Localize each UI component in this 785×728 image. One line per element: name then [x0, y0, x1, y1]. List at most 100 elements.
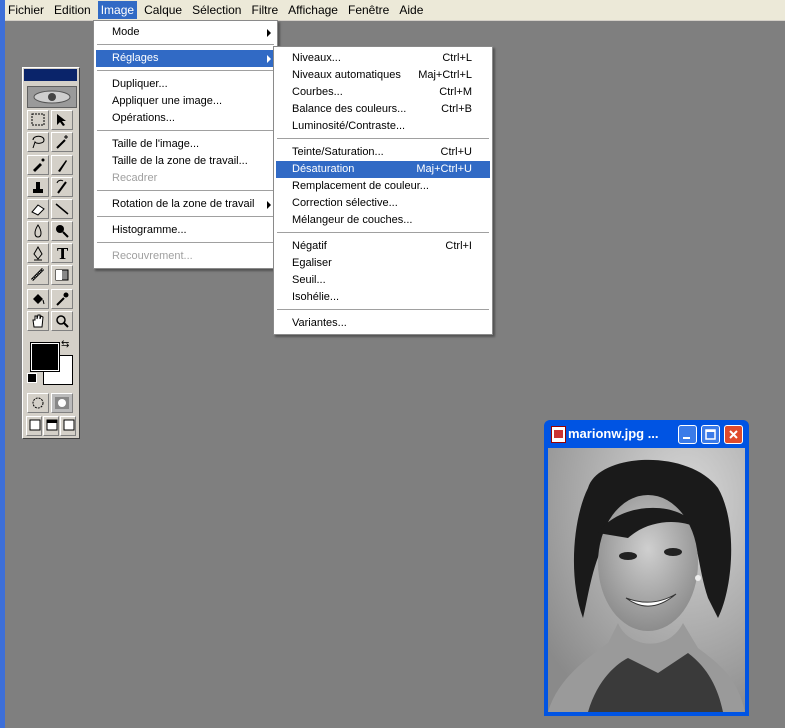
screen-mode-full-menu-button[interactable]: [43, 416, 59, 436]
image-menu-item-histogramme[interactable]: Histogramme...: [96, 222, 275, 239]
reglages-item-desaturation[interactable]: Désaturation Maj+Ctrl+U: [276, 161, 490, 178]
minimize-button[interactable]: [678, 425, 697, 444]
stamp-tool-icon[interactable]: [27, 177, 49, 197]
menu-item-label: Correction sélective...: [292, 197, 398, 209]
menu-filtre[interactable]: Filtre: [248, 1, 281, 19]
image-menu-item-rotation-de-la-zone-de-travail[interactable]: Rotation de la zone de travail: [96, 196, 275, 213]
measure-tool-icon[interactable]: [27, 265, 49, 285]
move-tool-icon[interactable]: [51, 110, 73, 130]
window-edge: [0, 0, 5, 728]
image-menu-item-mode[interactable]: Mode: [96, 24, 275, 41]
photo-canvas[interactable]: [548, 448, 745, 712]
submenu-arrow-icon: [267, 29, 271, 37]
menu-item-label: Dupliquer...: [112, 78, 168, 90]
brush-tool-icon[interactable]: [51, 155, 73, 175]
menu-calque[interactable]: Calque: [141, 1, 185, 19]
eraser-tool-icon[interactable]: [27, 199, 49, 219]
menu-item-label: Variantes...: [292, 317, 347, 329]
window-title: marionw.jpg ...: [568, 426, 659, 441]
color-swatches: ⇆: [27, 339, 75, 385]
reglages-item-balance-des-couleurs[interactable]: Balance des couleurs... Ctrl+B: [276, 101, 490, 118]
hand-tool-icon[interactable]: [27, 311, 49, 331]
document-icon: [551, 426, 566, 443]
image-menu-item-appliquer-une-image[interactable]: Appliquer une image...: [96, 93, 275, 110]
swap-colors-icon[interactable]: ⇆: [61, 339, 69, 350]
image-menu-item-operations[interactable]: Opérations...: [96, 110, 275, 127]
submenu-arrow-icon: [267, 201, 271, 209]
zoom-tool-icon[interactable]: [51, 311, 73, 331]
menu-item-label: Luminosité/Contraste...: [292, 120, 406, 132]
image-document-window: marionw.jpg ...: [544, 420, 749, 716]
reglages-item-seuil[interactable]: Seuil...: [276, 272, 490, 289]
paint-bucket-tool-icon[interactable]: [27, 289, 49, 309]
menu-item-label: Teinte/Saturation...: [292, 146, 384, 158]
default-colors-icon[interactable]: [27, 373, 37, 383]
menu-image[interactable]: Image: [97, 1, 138, 19]
eye-logo-icon[interactable]: [27, 86, 77, 108]
menu-affichage[interactable]: Affichage: [285, 1, 341, 19]
screen-mode-full-button[interactable]: [60, 416, 76, 436]
reglages-item-niveaux-automatiques[interactable]: Niveaux automatiques Maj+Ctrl+L: [276, 67, 490, 84]
menu-separator: [97, 190, 274, 191]
airbrush-tool-icon[interactable]: [27, 155, 49, 175]
marquee-tool-icon[interactable]: [27, 110, 49, 130]
menu-item-label: Remplacement de couleur...: [292, 180, 429, 192]
menu-item-label: Seuil...: [292, 274, 326, 286]
pen-tool-icon[interactable]: [27, 243, 49, 263]
reglages-item-remplacement-de-couleur[interactable]: Remplacement de couleur...: [276, 178, 490, 195]
history-brush-tool-icon[interactable]: [51, 177, 73, 197]
menu-item-label: Désaturation: [292, 163, 355, 175]
reglages-item-negatif[interactable]: Négatif Ctrl+I: [276, 238, 490, 255]
reglages-item-melangeur-de-couches[interactable]: Mélangeur de couches...: [276, 212, 490, 229]
menu-item-label: Balance des couleurs...: [292, 103, 407, 115]
eyedropper-tool-icon[interactable]: [51, 289, 73, 309]
menu-item-shortcut: Maj+Ctrl+L: [418, 69, 472, 81]
magic-wand-tool-icon[interactable]: [51, 132, 73, 152]
image-menu-item-recadrer: Recadrer: [96, 170, 275, 187]
menu-fenetre[interactable]: Fenêtre: [345, 1, 392, 19]
menu-separator: [97, 216, 274, 217]
menu-separator: [277, 232, 489, 233]
type-tool-icon[interactable]: T: [51, 243, 73, 263]
reglages-item-variantes[interactable]: Variantes...: [276, 315, 490, 332]
reglages-item-courbes[interactable]: Courbes... Ctrl+M: [276, 84, 490, 101]
reglages-item-niveaux[interactable]: Niveaux... Ctrl+L: [276, 50, 490, 67]
menu-item-label: Négatif: [292, 240, 327, 252]
dodge-tool-icon[interactable]: [51, 221, 73, 241]
image-menu-item-reglages[interactable]: Réglages: [96, 50, 275, 67]
quick-mask-button[interactable]: [51, 393, 73, 413]
menu-fichier[interactable]: Fichier: [5, 1, 47, 19]
lasso-tool-icon[interactable]: [27, 132, 49, 152]
reglages-submenu: Niveaux... Ctrl+L Niveaux automatiques Maj+…: [273, 46, 493, 335]
reglages-item-teinte-saturation[interactable]: Teinte/Saturation... Ctrl+U: [276, 144, 490, 161]
maximize-button[interactable]: [701, 425, 720, 444]
reglages-item-correction-selective[interactable]: Correction sélective...: [276, 195, 490, 212]
reglages-item-isohelie[interactable]: Isohélie...: [276, 289, 490, 306]
svg-text:T: T: [57, 245, 69, 261]
image-menu-item-recouvrement: Recouvrement...: [96, 248, 275, 265]
menu-item-label: Taille de la zone de travail...: [112, 155, 248, 167]
menu-aide[interactable]: Aide: [396, 1, 426, 19]
reglages-item-egaliser[interactable]: Egaliser: [276, 255, 490, 272]
menu-item-label: Mode: [112, 26, 140, 38]
image-menu-item-taille-de-la-zone-de-travail[interactable]: Taille de la zone de travail...: [96, 153, 275, 170]
menu-item-label: Isohélie...: [292, 291, 340, 303]
image-menu-item-taille-de-l-image[interactable]: Taille de l'image...: [96, 136, 275, 153]
menu-selection[interactable]: Sélection: [189, 1, 244, 19]
image-menu: Mode Réglages Dupliquer... Appliquer une im…: [93, 20, 278, 269]
submenu-arrow-icon: [267, 55, 271, 63]
menu-item-label: Taille de l'image...: [112, 138, 200, 150]
standard-mode-button[interactable]: [27, 393, 49, 413]
close-button[interactable]: [724, 425, 743, 444]
blur-tool-icon[interactable]: [27, 221, 49, 241]
reglages-item-luminosite-contraste[interactable]: Luminosité/Contraste...: [276, 118, 490, 135]
gradient-tool-icon[interactable]: [51, 265, 73, 285]
foreground-color-swatch[interactable]: [30, 342, 60, 372]
menu-separator: [277, 138, 489, 139]
screen-mode-standard-button[interactable]: [26, 416, 42, 436]
image-menu-item-dupliquer[interactable]: Dupliquer...: [96, 76, 275, 93]
menu-item-label: Niveaux automatiques: [292, 69, 401, 81]
line-tool-icon[interactable]: [51, 199, 73, 219]
menu-edition[interactable]: Edition: [51, 1, 94, 19]
toolbox-titlebar[interactable]: [24, 69, 77, 81]
